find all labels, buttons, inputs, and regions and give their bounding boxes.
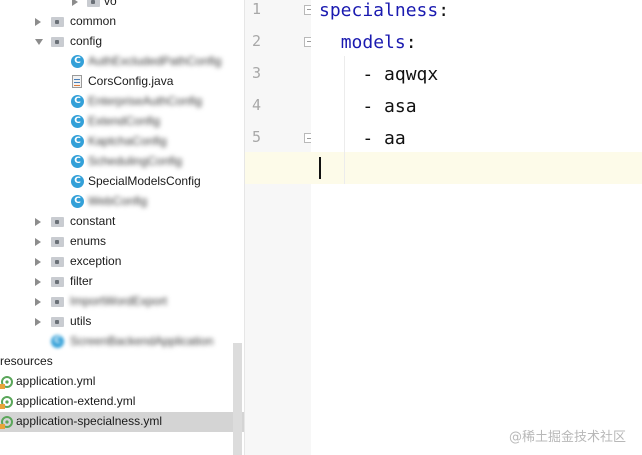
code-line-5[interactable]: - aa (319, 128, 405, 149)
tree-item-label: KaptchaConfig (88, 134, 167, 148)
java-class-icon: C (71, 175, 84, 188)
tree-item[interactable]: filter (0, 272, 244, 292)
expand-arrow-right-icon[interactable] (72, 0, 78, 6)
tree-item[interactable]: C WebConfig (0, 192, 244, 212)
line-number: 5 (251, 128, 261, 146)
tree-item[interactable]: enums (0, 232, 244, 252)
expand-arrow-right-icon[interactable] (35, 238, 41, 246)
tree-item-label: SchedulingConfig (88, 154, 183, 168)
expand-arrow-right-icon[interactable] (35, 18, 41, 26)
tree-item[interactable]: application-specialness.yml (0, 412, 244, 432)
line-number: 4 (251, 96, 261, 114)
tree-item-label: application-extend.yml (16, 394, 136, 408)
tree-item[interactable]: C SchedulingConfig (0, 152, 244, 172)
editor-gutter: 1 2 3 4 5 6 (245, 0, 314, 455)
tree-scrollbar[interactable] (233, 343, 242, 455)
java-class-icon: C (71, 115, 84, 128)
package-folder-icon (51, 17, 64, 27)
tree-item-label: EnterpriseAuthConfig (88, 94, 203, 108)
yml-config-file-icon (0, 415, 14, 429)
java-class-icon: C (71, 135, 84, 148)
tree-item[interactable]: C AuthExcludedPathConfig (0, 52, 244, 72)
yaml-colon: : (438, 0, 450, 21)
tree-item-label: CorsConfig.java (88, 74, 174, 88)
tree-item[interactable]: constant (0, 212, 244, 232)
tree-item-label: ScreenBackendApplication (70, 334, 214, 348)
expand-arrow-down-icon[interactable] (35, 39, 43, 45)
java-file-icon (71, 75, 83, 89)
yaml-indent (319, 32, 341, 53)
code-line-4[interactable]: - asa (319, 96, 416, 117)
tree-item[interactable]: C ExtendConfig (0, 112, 244, 132)
current-line-highlight (245, 152, 642, 184)
tree-item[interactable]: C ScreenBackendApplication (0, 332, 244, 352)
yaml-key: models (340, 32, 406, 53)
expand-arrow-right-icon[interactable] (35, 278, 41, 286)
line-number: 1 (251, 0, 261, 18)
java-class-icon: C (71, 55, 84, 68)
tree-item[interactable]: ImportWordExport (0, 292, 244, 312)
tree-item-label: ImportWordExport (70, 294, 168, 308)
code-line-1[interactable]: specialness: (319, 0, 449, 21)
tree-item-label: vo (104, 0, 117, 8)
tree-item[interactable]: C KaptchaConfig (0, 132, 244, 152)
code-line-3[interactable]: - aqwqx (319, 64, 438, 85)
yml-config-file-icon (0, 395, 14, 409)
tree-item[interactable]: application-extend.yml (0, 392, 244, 412)
tree-item[interactable]: CorsConfig.java (0, 72, 244, 92)
line-number: 2 (251, 32, 261, 50)
java-class-icon: C (71, 155, 84, 168)
yaml-colon: : (405, 32, 417, 53)
tree-item-label: application-specialness.yml (16, 414, 163, 428)
tree-item-label: common (70, 14, 117, 28)
package-folder-icon (51, 257, 64, 267)
tree-item-label: AuthExcludedPathConfig (88, 54, 222, 68)
tree-item[interactable]: application.yml (0, 372, 244, 392)
tree-item-label: exception (70, 254, 122, 268)
package-folder-icon (51, 297, 64, 307)
tree-item[interactable]: common (0, 12, 244, 32)
tree-item[interactable]: exception (0, 252, 244, 272)
tree-item-label: constant (70, 214, 116, 228)
line-number: 3 (251, 64, 261, 82)
expand-arrow-right-icon[interactable] (35, 298, 41, 306)
java-class-icon: C (71, 195, 84, 208)
expand-arrow-right-icon[interactable] (35, 258, 41, 266)
tree-item[interactable]: resources (0, 352, 244, 372)
text-caret (319, 157, 321, 179)
tree-item-label: SpecialModelsConfig (88, 174, 201, 188)
tree-item-label: config (70, 34, 103, 48)
package-folder-icon (51, 277, 64, 287)
tree-item-label: utils (70, 314, 92, 328)
tree-item[interactable]: C SpecialModelsConfig (0, 172, 244, 192)
yml-config-file-icon (0, 375, 14, 389)
project-tree: vo common config C AuthExcludedPathConfig Cor… (0, 0, 244, 455)
code-line-2[interactable]: models: (319, 32, 417, 53)
package-folder-icon (87, 0, 100, 7)
tree-item-label: resources (0, 354, 53, 368)
tree-item-label: filter (70, 274, 93, 288)
java-class-icon: C (71, 95, 84, 108)
tree-item[interactable]: vo (0, 0, 244, 12)
package-folder-icon (51, 37, 64, 47)
tree-item-label: ExtendConfig (88, 114, 161, 128)
package-folder-icon (51, 317, 64, 327)
package-folder-icon (51, 237, 64, 247)
tree-item-label: WebConfig (88, 194, 148, 208)
tree-item[interactable]: C EnterpriseAuthConfig (0, 92, 244, 112)
yaml-key: specialness (319, 0, 439, 21)
expand-arrow-right-icon[interactable] (35, 318, 41, 326)
tree-item[interactable]: config (0, 32, 244, 52)
package-folder-icon (51, 217, 64, 227)
tree-item-label: enums (70, 234, 107, 248)
watermark: @稀土掘金技术社区 (509, 430, 627, 445)
tree-item-label: application.yml (16, 374, 96, 388)
java-class-icon: C (51, 335, 64, 348)
tree-item[interactable]: utils (0, 312, 244, 332)
expand-arrow-right-icon[interactable] (35, 218, 41, 226)
